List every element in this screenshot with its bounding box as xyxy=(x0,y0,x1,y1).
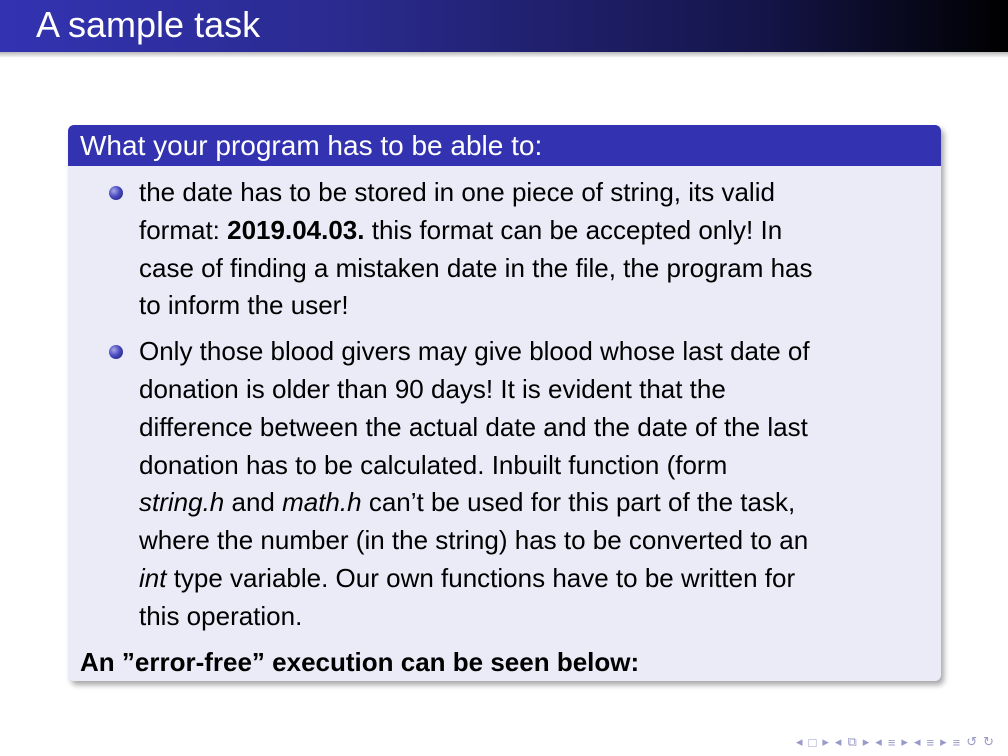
title-shadow xyxy=(0,52,1008,58)
item-line: difference between the actual date and t… xyxy=(139,411,808,442)
nav-document-icon[interactable]: ≡ xyxy=(953,735,961,750)
nav-next-icon[interactable]: ▸ xyxy=(863,734,870,750)
slide-title: A sample task xyxy=(36,4,261,45)
item-line: format: 2019.04.03. this format can be a… xyxy=(139,212,929,250)
item-line: string.h and math.h can’t be used for th… xyxy=(139,484,929,522)
nav-next-icon[interactable]: ▸ xyxy=(822,734,829,750)
item-line: donation has to be calculated. Inbuilt f… xyxy=(139,449,728,480)
item-text: type variable. Our own functions have to… xyxy=(166,562,796,593)
nav-prev-icon[interactable]: ◂ xyxy=(875,734,882,750)
bullet-icon xyxy=(109,186,123,200)
nav-next-icon[interactable]: ▸ xyxy=(940,734,947,750)
item-line: this operation. xyxy=(139,600,303,631)
nav-section-icon[interactable]: ≡ xyxy=(926,735,934,750)
nav-prev-icon[interactable]: ◂ xyxy=(796,734,803,750)
item-line: where the number (in the string) has to … xyxy=(139,525,809,556)
content-block: What your program has to be able to: the… xyxy=(68,125,941,681)
nav-prev-icon[interactable]: ◂ xyxy=(914,734,921,750)
block-footer: An ”error-free” execution can be seen be… xyxy=(80,646,640,677)
list-item: Only those blood givers may give blood w… xyxy=(80,333,929,635)
item-line: the date has to be stored in one piece o… xyxy=(139,177,775,207)
block-body: the date has to be stored in one piece o… xyxy=(68,166,941,681)
item-text: and xyxy=(224,487,283,518)
item-text: can’t be used for this part of the task, xyxy=(361,487,796,518)
beamer-navigation: ◂ □ ▸ ◂ ⧉ ▸ ◂ ≡ ▸ ◂ ≡ ▸ ≡ ↺ ↻ xyxy=(796,734,994,750)
nav-forward-icon[interactable]: ↻ xyxy=(983,734,994,750)
type-name: int xyxy=(139,562,167,593)
item-line: int type variable. Our own functions hav… xyxy=(139,560,929,598)
nav-prev-icon[interactable]: ◂ xyxy=(835,734,842,750)
date-format-example: 2019.04.03. xyxy=(227,214,365,245)
nav-frame-icon[interactable]: ⧉ xyxy=(847,734,856,750)
item-line: to inform the user! xyxy=(139,290,349,321)
item-line: donation is older than 90 days! It is ev… xyxy=(139,373,726,404)
item-text: format: xyxy=(139,214,228,245)
header-name: math.h xyxy=(282,487,362,518)
list-item: the date has to be stored in one piece o… xyxy=(80,174,929,325)
block-header: What your program has to be able to: xyxy=(68,125,941,166)
item-line: Only those blood givers may give blood w… xyxy=(139,336,810,367)
header-name: string.h xyxy=(139,487,225,518)
item-text: this format can be accepted only! In xyxy=(364,214,783,245)
nav-slide-icon[interactable]: □ xyxy=(809,735,817,750)
nav-next-icon[interactable]: ▸ xyxy=(901,734,908,750)
nav-subsection-icon[interactable]: ≡ xyxy=(888,735,896,750)
bullet-icon xyxy=(109,345,123,360)
item-line: case of finding a mistaken date in the f… xyxy=(139,252,813,283)
nav-back-icon[interactable]: ↺ xyxy=(966,734,977,750)
